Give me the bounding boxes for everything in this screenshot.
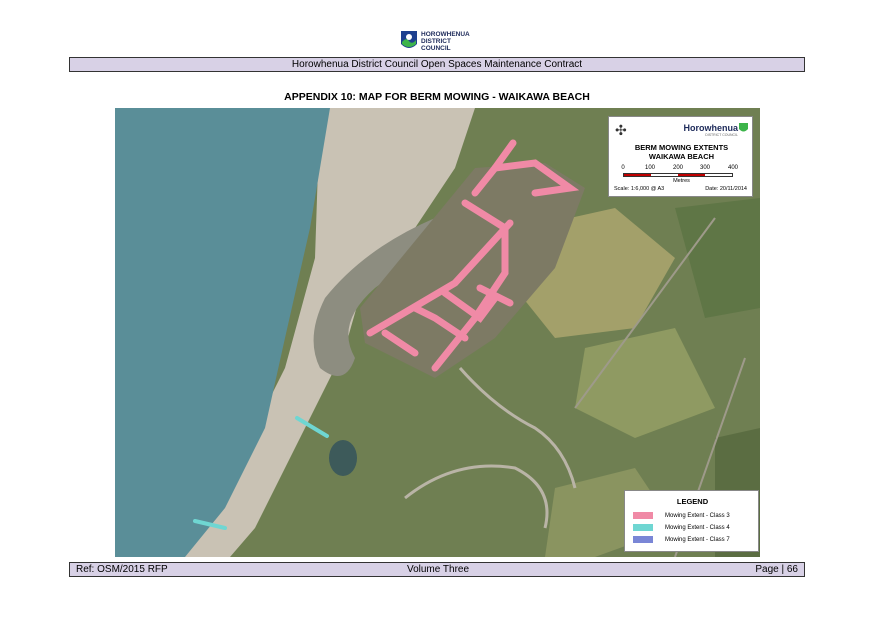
scale-segment (651, 174, 678, 176)
scale-labels: 0 100 200 300 400 (621, 165, 741, 173)
map-date: Date: 20/11/2014 (705, 186, 747, 192)
legend-label: Mowing Extent - Class 4 (665, 524, 730, 531)
map-legend: LEGEND Mowing Extent - Class 3 Mowing Ex… (624, 490, 759, 552)
scale-bar (623, 173, 733, 177)
logo-text-line: COUNCIL (421, 44, 451, 52)
legend-swatch-class7 (633, 536, 653, 543)
map-title-line1: BERM MOWING EXTENTS (634, 143, 729, 152)
scale-segment (705, 174, 732, 176)
footer-volume: Volume Three (406, 564, 470, 575)
legend-item: Mowing Extent - Class 7 (633, 535, 730, 544)
scale-tick-label: 300 (699, 165, 711, 171)
legend-swatch-class4 (633, 524, 653, 531)
council-brand-icon (739, 123, 748, 132)
logo-text-line: HOROWHENUA (421, 30, 470, 38)
council-logo-icon (401, 31, 417, 48)
logo-text-line: DISTRICT (421, 37, 451, 45)
map-scale: Scale: 1:6,000 @ A3 (614, 186, 665, 192)
footer-bar: Ref: OSM/2015 RFP Volume Three Page | 66 (69, 562, 805, 577)
pond (329, 440, 357, 476)
map-title: BERM MOWING EXTENTS WAIKAWA BEACH (609, 143, 754, 161)
map-info-box: ✣ Horowhenua DISTRICT COUNCIL BERM MOWIN… (608, 116, 753, 197)
scale-segment (678, 174, 705, 176)
page-title: APPENDIX 10: MAP FOR BERM MOWING - WAIKA… (284, 91, 590, 103)
scale-segment (624, 174, 651, 176)
scale-tick-label: 400 (727, 165, 739, 171)
footer-page-number: Page | 66 (755, 564, 798, 575)
scale-unit: Metres (673, 178, 690, 184)
legend-item: Mowing Extent - Class 4 (633, 523, 730, 532)
scale-tick-label: 0 (621, 165, 625, 171)
legend-label: Mowing Extent - Class 7 (665, 536, 730, 543)
header-bar: Horowhenua District Council Open Spaces … (69, 57, 805, 72)
council-logo: HOROWHENUA DISTRICT COUNCIL (400, 28, 480, 54)
scale-tick-label: 100 (644, 165, 656, 171)
scale-tick-label: 200 (672, 165, 684, 171)
brand-name: Horowhenua (683, 123, 738, 133)
legend-swatch-class3 (633, 512, 653, 519)
map-title-line2: WAIKAWA BEACH (648, 152, 715, 161)
legend-title: LEGEND (676, 497, 709, 506)
legend-label: Mowing Extent - Class 3 (665, 512, 730, 519)
legend-item: Mowing Extent - Class 3 (633, 511, 730, 520)
brand-subtitle: DISTRICT COUNCIL (705, 133, 738, 137)
compass-icon: ✣ (615, 122, 627, 138)
